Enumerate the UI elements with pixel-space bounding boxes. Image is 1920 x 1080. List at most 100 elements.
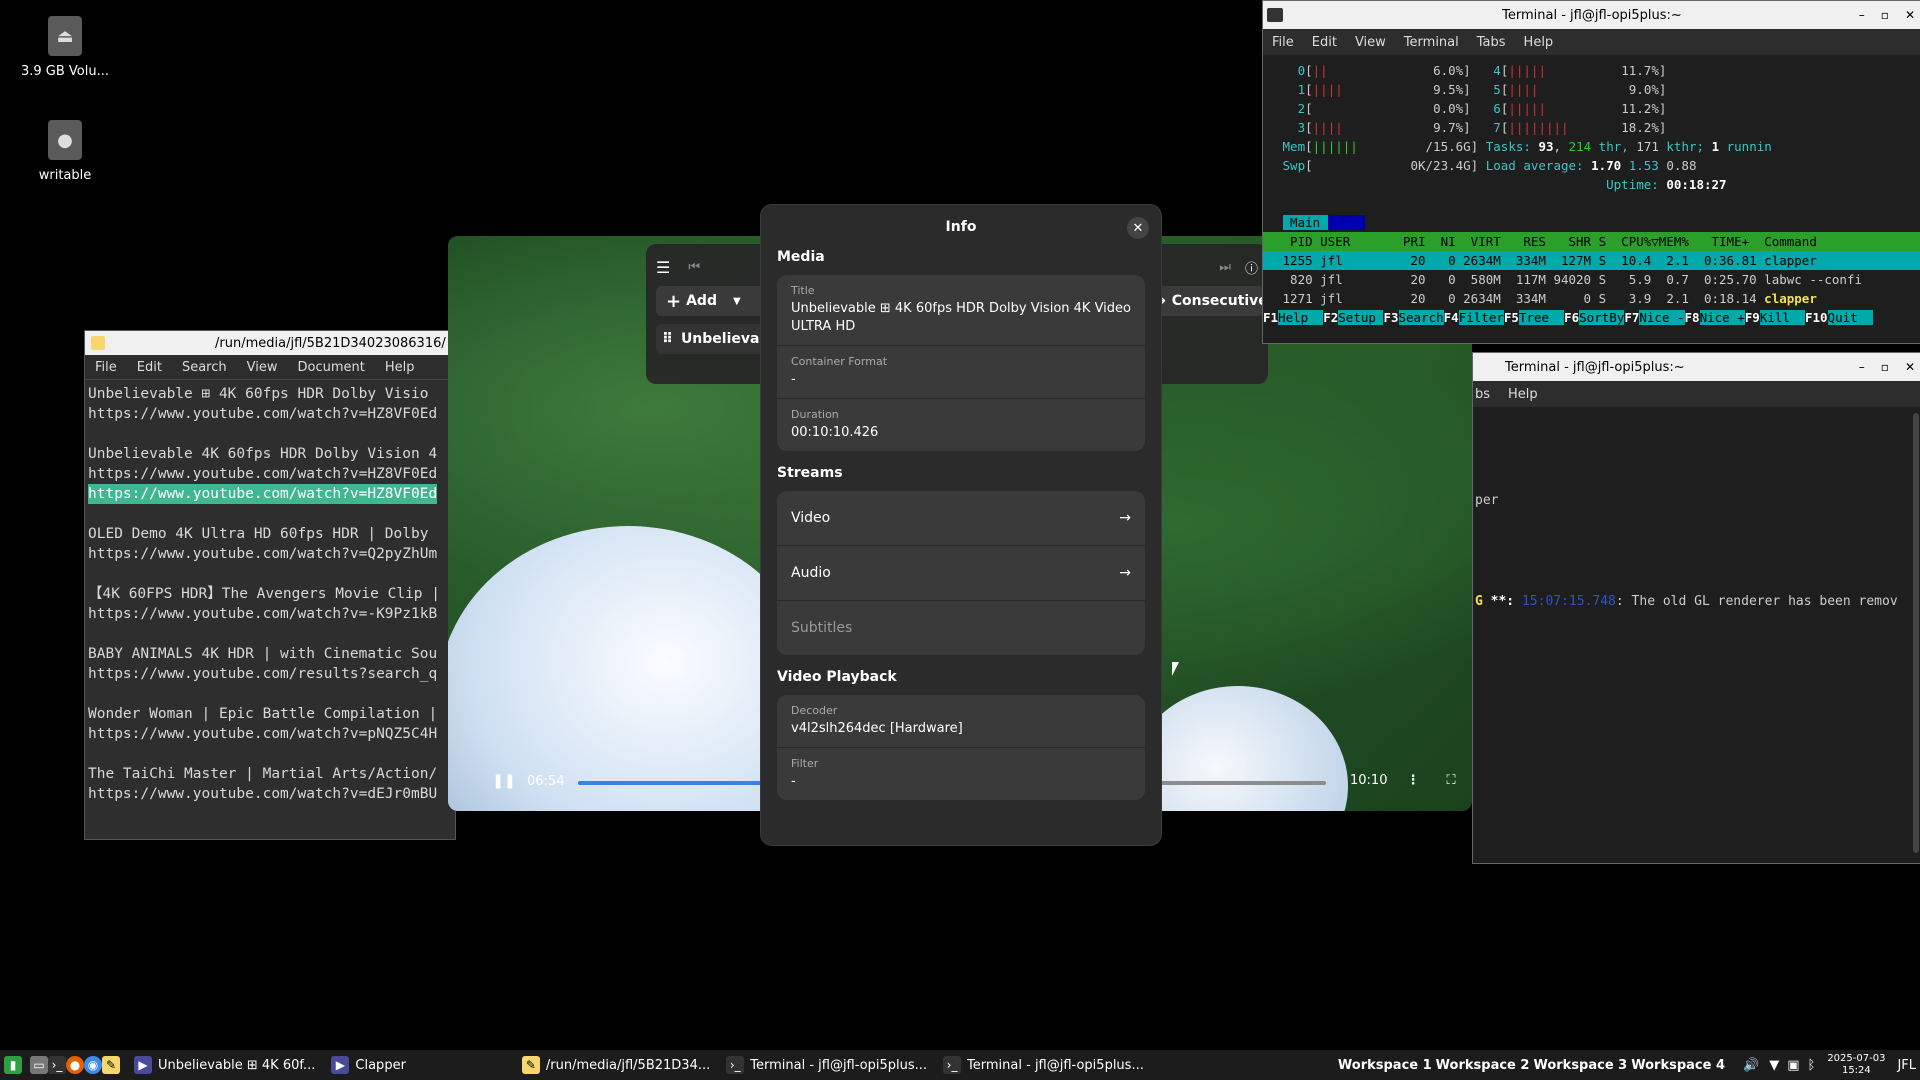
add-button[interactable]: + Add ▼ (656, 286, 764, 316)
workspace-1[interactable]: Workspace 1 (1338, 1058, 1432, 1073)
arrow-right-icon: → (1119, 510, 1131, 526)
terminal-output[interactable]: per G **: 15:07:15.748: The old GL rende… (1473, 407, 1920, 691)
fkey-label[interactable]: Quit (1827, 310, 1873, 325)
tab-main[interactable]: Main (1282, 215, 1328, 230)
scrollbar[interactable] (1913, 413, 1919, 853)
chromium-icon[interactable]: ◉ (84, 1056, 102, 1074)
cpu-percent: 9.7%] (1433, 120, 1471, 135)
menu-terminal[interactable]: Terminal (1395, 35, 1468, 50)
workspace-3[interactable]: Workspace 3 (1533, 1058, 1627, 1073)
cpu-id: 0 (1275, 63, 1306, 78)
running-label: runnin (1719, 139, 1772, 154)
desktop-icon-volume[interactable]: ⏏ 3.9 GB Volu... (10, 16, 120, 79)
fkey-label[interactable]: Setup (1338, 310, 1384, 325)
htop-output[interactable]: 0[|| 6.0%] 4[||||| 11.7%] 1[|||| 9.5%] 5… (1263, 55, 1920, 327)
firefox-icon[interactable]: ● (66, 1056, 84, 1074)
cpu-id: 4 (1470, 63, 1501, 78)
menu-document[interactable]: Document (287, 360, 374, 375)
more-options-icon[interactable]: ⋮ (1402, 769, 1424, 791)
previous-icon[interactable]: ⏮ (688, 260, 700, 275)
menu-file[interactable]: File (1263, 35, 1303, 50)
fullscreen-icon[interactable]: ⛶ (1440, 769, 1462, 791)
duration-field: Duration 00:10:10.426 (777, 399, 1145, 451)
volume-icon[interactable]: 🔊 (1743, 1058, 1759, 1073)
process-row[interactable]: 820 jfl 20 0 580M 117M 94020 S 5.9 0.7 0… (1263, 270, 1920, 289)
uptime-row: Uptime: 00:18:27 (1275, 175, 1909, 194)
menu-file[interactable]: File (85, 360, 127, 375)
network-icon[interactable]: ▣ (1787, 1058, 1799, 1073)
editor-titlebar[interactable]: /run/media/jfl/5B21D34023086316/ (85, 331, 455, 355)
terminal-launcher-icon[interactable]: ›_ (48, 1056, 66, 1074)
editor-text-area[interactable]: Unbelievable ⊞ 4K 60fps HDR Dolby Visio h… (85, 380, 455, 808)
editor-menubar: File Edit Search View Document Help (85, 355, 455, 380)
chevron-down-icon[interactable]: ▼ (733, 296, 741, 307)
pause-button[interactable]: ❚❚ (492, 770, 515, 792)
stream-audio-label: Audio (791, 565, 831, 581)
fkey: F8 (1684, 310, 1700, 325)
taskbar-task-video[interactable]: ▶ Unbelievable ⊞ 4K 60f... (126, 1056, 323, 1074)
fkey-label[interactable]: Search (1398, 310, 1444, 325)
menu-help[interactable]: Help (1499, 387, 1547, 402)
stream-audio-row[interactable]: Audio → (777, 546, 1145, 601)
menu-help[interactable]: Help (375, 360, 425, 375)
minimize-icon[interactable]: – (1859, 360, 1865, 374)
maximize-icon[interactable]: ▫ (1881, 8, 1889, 22)
terminal-titlebar[interactable]: Terminal - jfl@jfl-opi5plus:~ – ▫ ✕ (1473, 353, 1920, 381)
menu-tabs[interactable]: bs (1473, 387, 1499, 402)
fkey-label[interactable]: Nice - (1639, 310, 1685, 325)
text-editor-launcher-icon[interactable]: ✎ (102, 1056, 120, 1074)
taskbar-task-terminal-1[interactable]: ›_ Terminal - jfl@jfl-opi5plus... (718, 1056, 935, 1074)
tab-io[interactable]: I/O (1327, 215, 1366, 230)
fkey-label[interactable]: Kill (1759, 310, 1805, 325)
close-button[interactable]: ✕ (1127, 217, 1149, 239)
clock[interactable]: 2025-07-03 15:24 (1827, 1053, 1885, 1077)
cpu-bar: ||||| (1508, 63, 1622, 78)
taskbar-task-clapper[interactable]: ▶ Clapper (323, 1056, 514, 1074)
process-row[interactable]: 1271 jfl 20 0 2634M 334M 0 S 3.9 2.1 0:1… (1263, 289, 1920, 308)
fkey-label[interactable]: Filter (1458, 310, 1504, 325)
workspace-2[interactable]: Workspace 2 (1436, 1058, 1530, 1073)
bluetooth-icon[interactable]: ᛒ (1808, 1058, 1816, 1073)
workspace-4[interactable]: Workspace 4 (1631, 1058, 1725, 1073)
terminal-titlebar[interactable]: Terminal - jfl@jfl-opi5plus:~ – ▫ ✕ (1263, 1, 1920, 29)
menu-help[interactable]: Help (1515, 35, 1563, 50)
menu-edit[interactable]: Edit (1303, 35, 1346, 50)
drive-eject-icon: ⏏ (48, 16, 82, 56)
wifi-icon[interactable]: ▼ (1769, 1058, 1779, 1073)
start-menu-icon[interactable]: ▮ (4, 1056, 22, 1074)
htop-terminal-window[interactable]: Terminal - jfl@jfl-opi5plus:~ – ▫ ✕ File… (1262, 0, 1920, 344)
file-manager-icon[interactable]: ▭ (30, 1056, 48, 1074)
process-row[interactable]: 1255 jfl 20 0 2634M 334M 127M S 10.4 2.1… (1263, 251, 1920, 270)
menu-view[interactable]: View (237, 360, 288, 375)
taskbar-task-editor[interactable]: ✎ /run/media/jfl/5B21D34... (514, 1056, 718, 1074)
bracket: [ (1305, 101, 1313, 116)
user-label[interactable]: JFL (1897, 1058, 1916, 1073)
menu-tabs[interactable]: Tabs (1468, 35, 1515, 50)
fkey-label[interactable]: SortBy (1579, 310, 1625, 325)
fkey-label[interactable]: Tree (1518, 310, 1565, 325)
minimize-icon[interactable]: – (1859, 8, 1865, 22)
menu-view[interactable]: View (1346, 35, 1395, 50)
window-controls: – ▫ ✕ (1859, 360, 1915, 374)
menu-edit[interactable]: Edit (127, 360, 172, 375)
desktop-icon-writable[interactable]: ● writable (10, 120, 120, 183)
close-icon[interactable]: ✕ (1905, 360, 1915, 374)
stream-video-row[interactable]: Video → (777, 491, 1145, 546)
fkey-label[interactable]: Help (1278, 310, 1324, 325)
drag-handle-icon[interactable]: ⠿ (662, 331, 673, 347)
fkey: F3 (1383, 310, 1399, 325)
fkey: F1 (1263, 310, 1279, 325)
info-icon[interactable]: ⓘ (1245, 258, 1258, 277)
next-icon[interactable]: ⏭ (1219, 260, 1231, 275)
second-terminal-window[interactable]: Terminal - jfl@jfl-opi5plus:~ – ▫ ✕ bs H… (1472, 352, 1920, 864)
playlist-icon[interactable]: ☰ (656, 258, 670, 277)
taskbar-task-terminal-2[interactable]: ›_ Terminal - jfl@jfl-opi5plus... (935, 1056, 1152, 1074)
consecutive-button[interactable]: → Consecutive (1148, 286, 1268, 316)
menu-search[interactable]: Search (172, 360, 237, 375)
text-editor-window[interactable]: /run/media/jfl/5B21D34023086316/ File Ed… (84, 330, 456, 840)
fkey: F7 (1624, 310, 1640, 325)
maximize-icon[interactable]: ▫ (1881, 360, 1889, 374)
close-icon[interactable]: ✕ (1905, 8, 1915, 22)
fkey-label[interactable]: Nice + (1699, 310, 1745, 325)
